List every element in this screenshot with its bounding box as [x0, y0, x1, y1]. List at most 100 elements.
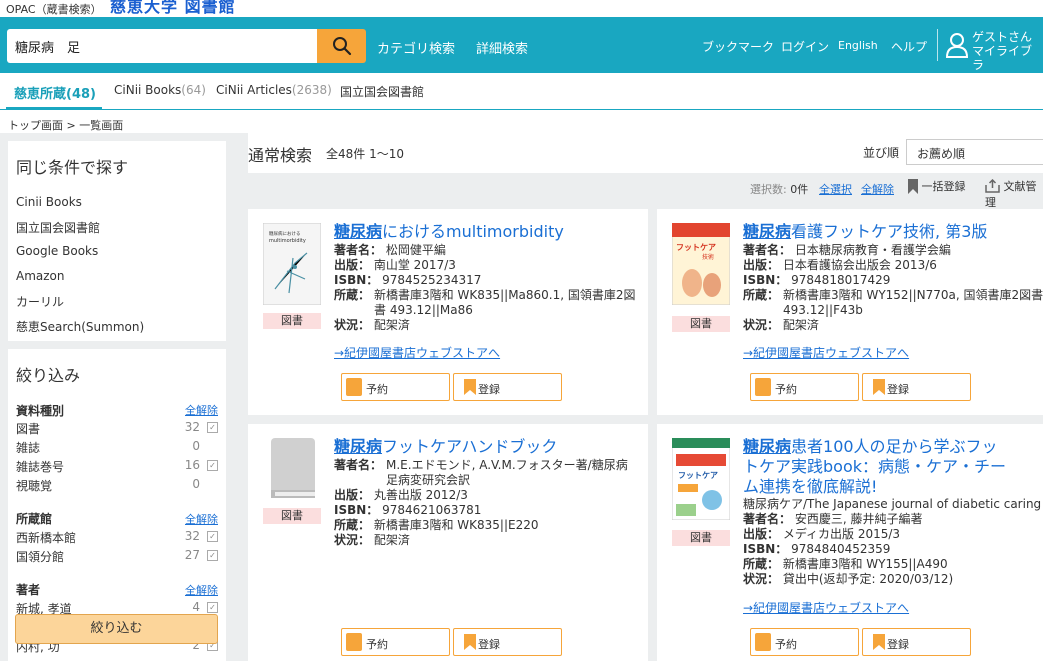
english-link[interactable]: English: [838, 39, 878, 52]
search-input[interactable]: [7, 29, 317, 63]
login-link[interactable]: ログイン: [781, 38, 829, 55]
export-button[interactable]: 文献管理: [985, 178, 1043, 210]
svg-text:技術: 技術: [702, 253, 714, 261]
sort-label: 並び順: [863, 146, 900, 160]
bulk-register-button[interactable]: 一括登録: [908, 178, 966, 194]
book-title-link[interactable]: 糖尿病患者100人の足から学ぶフットケア実践book：病態・ケア・チーム連携を徹…: [743, 437, 1013, 497]
top-strip: OPAC（蔵書検索） 慈恵大学 図書館: [0, 0, 1043, 17]
checkbox[interactable]: ✓: [207, 602, 218, 613]
register-button[interactable]: 登録: [862, 373, 971, 401]
export-icon: [985, 178, 1000, 193]
select-all-link[interactable]: 全選択: [819, 181, 852, 197]
link-amazon[interactable]: Amazon: [16, 269, 65, 283]
book-title-link[interactable]: 糖尿病フットケアハンドブック: [334, 437, 639, 457]
category-search-link[interactable]: カテゴリ検索: [377, 38, 455, 57]
facet-row[interactable]: 図書 32 ✓: [16, 420, 218, 436]
bookmark-icon: [873, 634, 885, 650]
brand-text[interactable]: 慈恵大学 図書館: [110, 0, 236, 17]
result-card: 糖尿病における multimorbidity 図書 糖尿病におけるmultimo…: [248, 209, 648, 415]
active-tab-indicator: [6, 107, 102, 110]
checkbox[interactable]: ✓: [207, 460, 218, 471]
sidebar: 同じ条件で探す Cinii Books 国立国会図書館 Google Books…: [0, 133, 236, 661]
facet-row[interactable]: 視聴覚 0: [16, 477, 218, 493]
link-jikei-search[interactable]: 慈恵Search(Summon): [16, 318, 144, 335]
facet-row[interactable]: 国領分館 27 ✓: [16, 548, 218, 564]
results-count: 全48件 1〜10: [326, 147, 404, 161]
material-type-badge: 図書: [672, 530, 730, 546]
header-divider: [937, 29, 938, 61]
reserve-button[interactable]: 予約: [750, 373, 859, 401]
facet-row[interactable]: 西新橋本館 32 ✓: [16, 529, 218, 545]
link-ndl[interactable]: 国立国会図書館: [16, 219, 100, 236]
link-google-books[interactable]: Google Books: [16, 244, 98, 258]
search-icon: [332, 37, 351, 56]
book-cover-image[interactable]: フットケア 技術: [672, 223, 730, 305]
checkbox[interactable]: ✓: [207, 550, 218, 561]
svg-text:multimorbidity: multimorbidity: [269, 238, 306, 244]
opac-label: OPAC（蔵書検索）: [6, 3, 102, 16]
reserve-icon: [755, 633, 771, 651]
facet-library-clear[interactable]: 全解除: [185, 511, 218, 527]
book-meta: 著者名： 松岡健平編 出版： 南山堂 2017/3 ISBN： 97845252…: [334, 243, 636, 332]
bookstore-link[interactable]: →紀伊國屋書店ウェブストアへ: [743, 344, 909, 361]
svg-text:糖尿病における: 糖尿病における: [269, 230, 301, 237]
search-button[interactable]: [317, 29, 366, 63]
facet-row[interactable]: 雑誌 0: [16, 439, 218, 455]
book-title-link[interactable]: 糖尿病におけるmultimorbidity: [334, 222, 639, 242]
same-conditions-panel: 同じ条件で探す Cinii Books 国立国会図書館 Google Books…: [8, 141, 226, 341]
narrow-button[interactable]: 絞り込む: [15, 614, 218, 644]
book-meta: 糖尿病ケア/The Japanese journal of diabetic c…: [743, 497, 1043, 587]
my-library-label: マイライブラ: [972, 44, 1033, 72]
reserve-icon: [346, 633, 362, 651]
facet-author-clear[interactable]: 全解除: [185, 582, 218, 598]
book-meta: 著者名： M.E.エドモンド, A.V.M.フォスター著/糖尿病足病変研究会訳 出…: [334, 458, 628, 547]
book-cover-image[interactable]: フットケア: [672, 438, 730, 520]
source-tabs: 慈恵所蔵(48) CiNii Books(64) CiNii Articles(…: [0, 73, 1043, 110]
svg-text:フットケア: フットケア: [678, 471, 718, 480]
reserve-icon: [755, 378, 771, 396]
register-button[interactable]: 登録: [862, 628, 971, 656]
register-button[interactable]: 登録: [453, 628, 562, 656]
user-menu[interactable]: ゲストさん マイライブラ: [972, 30, 1043, 72]
results-title: 通常検索: [248, 146, 313, 165]
material-type-badge: 図書: [263, 508, 321, 524]
bookstore-link[interactable]: →紀伊國屋書店ウェブストアへ: [334, 344, 500, 361]
reserve-button[interactable]: 予約: [341, 628, 450, 656]
result-card: 図書 糖尿病フットケアハンドブック 著者名： M.E.エドモンド, A.V.M.フ…: [248, 424, 648, 661]
bookmark-icon: [464, 379, 476, 395]
book-title-link[interactable]: 糖尿病看護フットケア技術, 第3版: [743, 222, 1043, 242]
facet-row[interactable]: 雑誌巻号 16 ✓: [16, 458, 218, 474]
reserve-button[interactable]: 予約: [750, 628, 859, 656]
advanced-search-link[interactable]: 詳細検索: [476, 38, 528, 57]
material-type-badge: 図書: [672, 316, 730, 332]
user-icon[interactable]: [945, 31, 969, 59]
bookmark-link[interactable]: ブックマーク: [702, 38, 774, 55]
book-cover-image[interactable]: 糖尿病における multimorbidity: [263, 223, 321, 305]
register-button[interactable]: 登録: [453, 373, 562, 401]
book-meta: 著者名： 日本糖尿病教育・看護学会編 出版： 日本看護協会出版会 2013/6 …: [743, 243, 1043, 332]
tab-jikei[interactable]: 慈恵所蔵(48): [14, 83, 96, 102]
bookstore-link[interactable]: →紀伊國屋書店ウェブストアへ: [743, 599, 909, 616]
help-link[interactable]: ヘルプ: [891, 38, 927, 55]
link-calil[interactable]: カーリル: [16, 293, 64, 310]
result-card: フットケア 技術 図書 糖尿病看護フットケア技術, 第3版 著者名： 日本糖尿病…: [657, 209, 1043, 415]
facet-library-title: 所蔵館: [16, 512, 53, 526]
checkbox[interactable]: ✓: [207, 422, 218, 433]
checkbox[interactable]: ✓: [207, 531, 218, 542]
reserve-icon: [346, 378, 362, 396]
breadcrumb: トップ画面 > 一覧画面: [8, 119, 124, 132]
selected-count-label: 選択数: 0件: [750, 183, 809, 196]
tab-cinii-articles[interactable]: CiNii Articles(2638): [216, 83, 332, 97]
reserve-button[interactable]: 予約: [341, 373, 450, 401]
narrow-title: 絞り込み: [16, 366, 81, 385]
sort-select[interactable]: お薦め順: [906, 139, 1043, 165]
result-card: フットケア 図書 糖尿病患者100人の足から学ぶフットケア実践book：病態・ケ…: [657, 424, 1043, 661]
clear-all-link[interactable]: 全解除: [861, 181, 894, 197]
book-placeholder-icon: [271, 438, 315, 498]
tab-ndl[interactable]: 国立国会図書館: [340, 83, 424, 100]
header-bar: カテゴリ検索 詳細検索 ブックマーク ログイン English ヘルプ ゲストさ…: [0, 17, 1043, 73]
facet-type-clear[interactable]: 全解除: [185, 402, 218, 418]
link-cinii-books[interactable]: Cinii Books: [16, 195, 82, 209]
facet-type-title: 資料種別: [16, 404, 65, 418]
tab-cinii-books[interactable]: CiNii Books(64): [114, 83, 206, 97]
